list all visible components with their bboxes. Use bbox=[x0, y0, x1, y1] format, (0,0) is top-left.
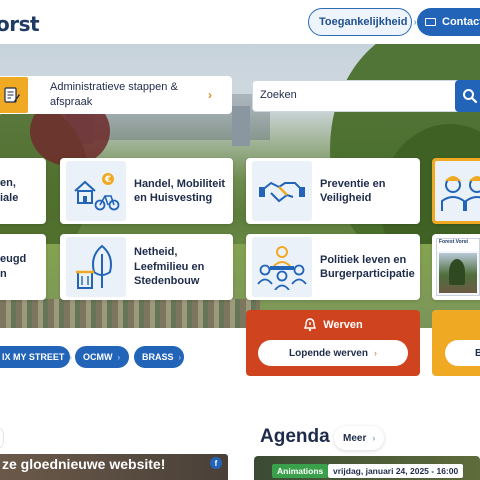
tile-label: Politiek leven en Burgerparticipatie bbox=[320, 253, 415, 281]
quick-link-label: OCMW bbox=[83, 352, 113, 362]
tile-jeugd[interactable]: eugd n bbox=[0, 234, 46, 300]
house-bike-euro-icon: € bbox=[66, 161, 126, 221]
chevron-right-icon: › bbox=[117, 352, 121, 362]
search-input[interactable] bbox=[260, 89, 440, 101]
tree-bin-icon bbox=[66, 237, 126, 297]
accessibility-label: Toegankelijkheid bbox=[319, 16, 408, 28]
admin-appointment-card[interactable]: Administratieve stappen & afspraak › bbox=[0, 76, 232, 114]
meeting-people-icon bbox=[252, 237, 312, 297]
yellow-card-button-label: B bbox=[475, 347, 480, 359]
search-box bbox=[252, 80, 480, 112]
tile-magazine[interactable]: Forest Vorst bbox=[432, 234, 480, 300]
tile-politiek-burgerparticipatie[interactable]: Politiek leven en Burgerparticipatie bbox=[246, 234, 420, 300]
magazine-title: Forest Vorst bbox=[437, 239, 479, 251]
tile-label: Preventie en Veiligheid bbox=[320, 177, 386, 205]
workers-icon bbox=[435, 161, 480, 221]
chevron-right-icon: › bbox=[208, 88, 212, 102]
lopende-werven-button[interactable]: Lopende werven › bbox=[258, 340, 408, 366]
admin-label: Administratieve stappen & afspraak bbox=[50, 81, 178, 108]
tile-werkgelegenheid[interactable] bbox=[432, 158, 480, 224]
agenda-heading: Agenda bbox=[260, 426, 330, 447]
site-logo[interactable]: orst bbox=[0, 12, 40, 36]
chevron-right-icon: › bbox=[178, 352, 182, 362]
tile-label: Netheid, Leefmilieu en Stedenbouw bbox=[134, 246, 205, 288]
tower bbox=[232, 106, 250, 146]
chevron-right-icon: › bbox=[372, 433, 376, 443]
form-pencil-icon bbox=[0, 77, 28, 113]
handshake-icon bbox=[252, 161, 312, 221]
search-button[interactable] bbox=[455, 80, 480, 112]
agenda-more-button[interactable]: Meer › bbox=[334, 426, 384, 450]
tree bbox=[449, 259, 465, 285]
werven-heading: Werven bbox=[246, 318, 420, 332]
quick-link-label: IX MY STREET bbox=[2, 352, 65, 362]
magazine-cover: Forest Vorst bbox=[436, 238, 480, 296]
svg-text:€: € bbox=[104, 175, 111, 185]
agenda-more-label: Meer bbox=[343, 432, 367, 444]
accessibility-button[interactable]: Toegankelijkheid › bbox=[308, 8, 417, 36]
chevron-right-icon: › bbox=[373, 348, 377, 358]
tile-preventie-veiligheid[interactable]: Preventie en Veiligheid bbox=[246, 158, 420, 224]
tile-handel-mobiliteit[interactable]: € Handel, Mobiliteit en Huisvesting bbox=[60, 158, 233, 224]
alert-bell-icon bbox=[304, 318, 317, 332]
tile-label: en, iale bbox=[0, 177, 19, 204]
werven-title: Werven bbox=[323, 319, 363, 331]
search-icon bbox=[463, 89, 478, 104]
quick-link-brass[interactable]: BRASS › bbox=[134, 346, 184, 368]
werven-button-label: Lopende werven bbox=[289, 347, 368, 359]
event-category-badge: Animations bbox=[272, 464, 329, 478]
site-header: orst Toegankelijkheid › Contacte bbox=[0, 0, 480, 44]
mail-icon bbox=[425, 18, 436, 26]
werven-card: Werven Lopende werven › bbox=[246, 310, 420, 376]
contact-button[interactable]: Contacte bbox=[417, 8, 480, 36]
facebook-icon: f bbox=[210, 457, 222, 469]
quick-link-label: BRASS bbox=[142, 352, 174, 362]
quick-link-ocmw[interactable]: OCMW › bbox=[75, 346, 129, 368]
news-title: ze gloednieuwe website! bbox=[2, 456, 166, 472]
tile-label: eugd n bbox=[0, 253, 27, 280]
tile-label: Handel, Mobiliteit en Huisvesting bbox=[134, 177, 226, 205]
chevron-right-icon: › bbox=[69, 352, 73, 362]
crowd bbox=[0, 299, 260, 328]
tile-netheid-leefmilieu[interactable]: Netheid, Leefmilieu en Stedenbouw bbox=[60, 234, 233, 300]
quick-link-fix-my-street[interactable]: IX MY STREET › bbox=[0, 346, 73, 368]
contact-label: Contacte bbox=[442, 16, 480, 28]
tile-social[interactable]: en, iale bbox=[0, 158, 46, 224]
event-date: vrijdag, januari 24, 2025 - 16:00 bbox=[328, 464, 464, 478]
yellow-card-button[interactable]: B bbox=[445, 340, 480, 366]
